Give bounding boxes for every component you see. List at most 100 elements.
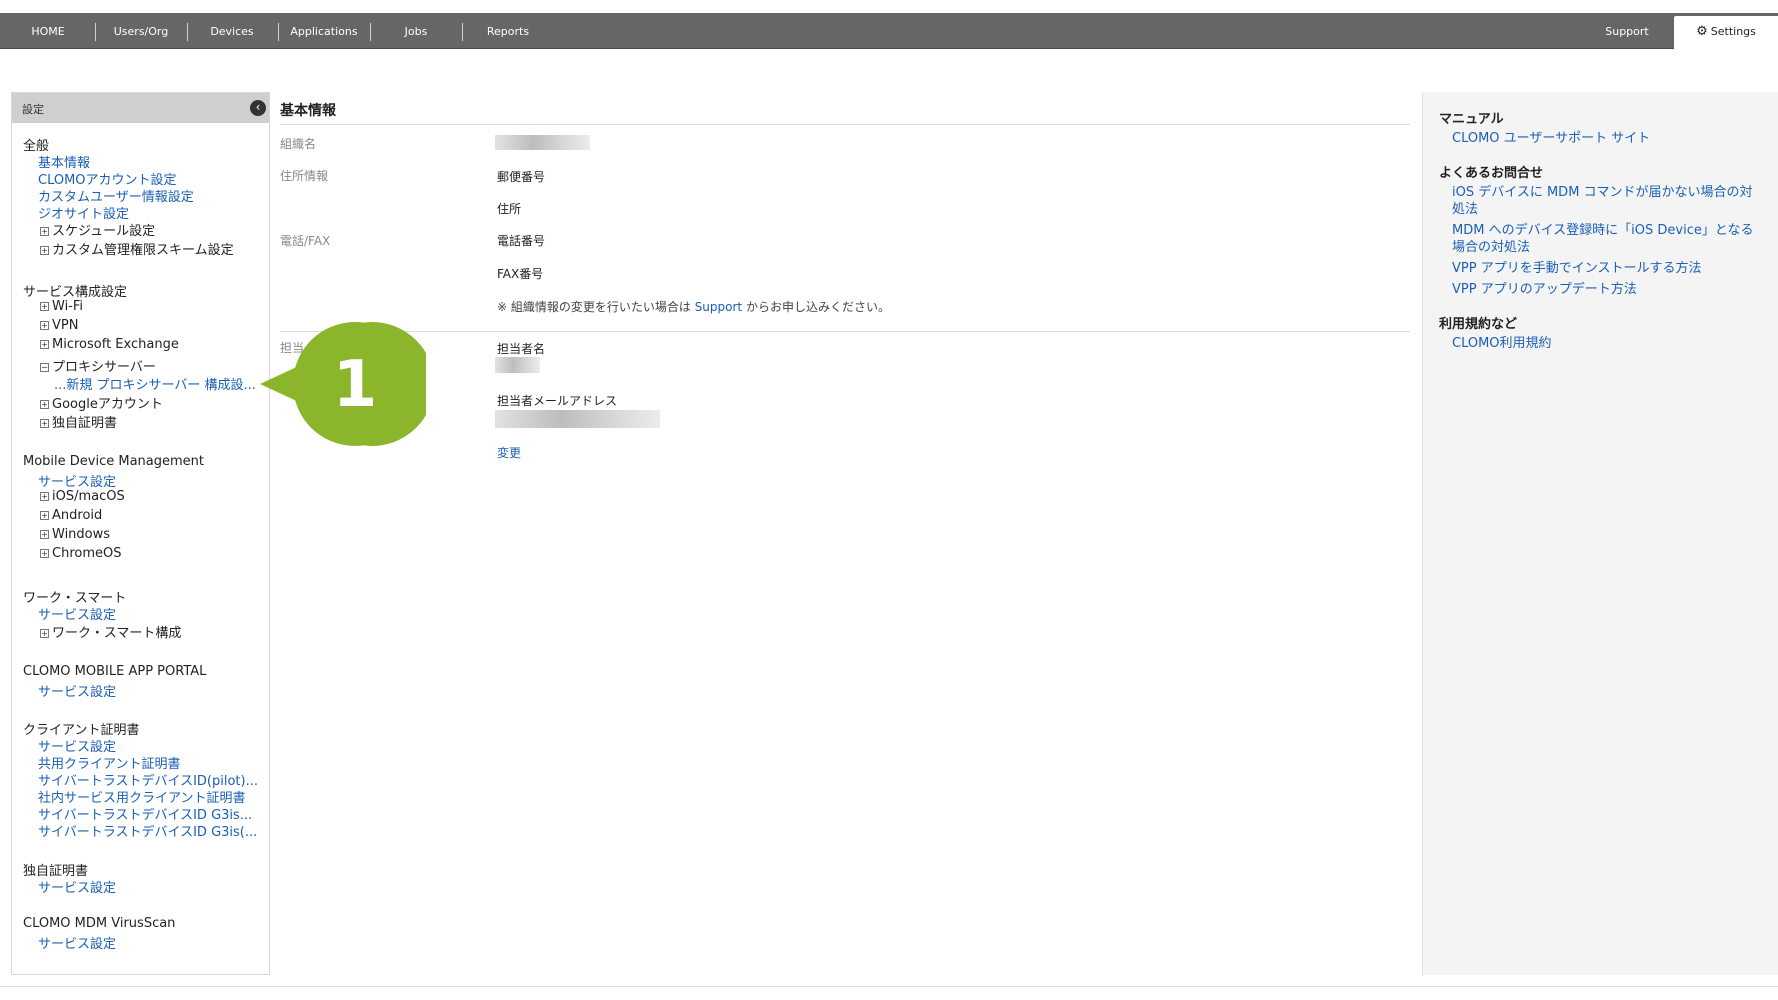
sidebar-tree-google-account[interactable]: + Googleアカウント: [40, 393, 163, 412]
sidebar-tree-label: 独自証明書: [52, 416, 118, 431]
sidebar-tree-windows[interactable]: + Windows: [40, 527, 110, 542]
sidebar-tree-label: Android: [52, 508, 103, 523]
nav-separator: [95, 23, 96, 41]
sidebar-link-work-service[interactable]: サービス設定: [38, 604, 116, 623]
expand-icon: +: [40, 302, 49, 311]
terms-link[interactable]: CLOMO利用規約: [1452, 335, 1762, 352]
address-label: 住所情報: [280, 169, 329, 183]
sidebar-tree-label: プロキシサーバー: [52, 360, 156, 375]
sidebar-title: 設定: [22, 103, 44, 116]
section-virusscan: CLOMO MDM VirusScan: [23, 916, 176, 931]
section-service-config: サービス構成設定: [23, 285, 128, 300]
nav-users-org[interactable]: Users/Org: [100, 13, 182, 49]
org-name-value-redacted: [495, 135, 590, 150]
sidebar-tree-label: スケジュール設定: [52, 224, 156, 239]
gear-icon: ⚙: [1696, 24, 1708, 39]
sidebar-link-virusscan-service[interactable]: サービス設定: [38, 933, 116, 952]
section-app-portal: CLOMO MOBILE APP PORTAL: [23, 664, 207, 679]
settings-sidebar: 設定 ‹ 全般 基本情報 CLOMOアカウント設定 カスタムユーザー情報設定 ジ…: [11, 92, 270, 975]
divider: [280, 124, 1410, 125]
sidebar-tree-label: Microsoft Exchange: [52, 337, 179, 352]
org-name-label: 組織名: [280, 137, 317, 151]
nav-devices[interactable]: Devices: [192, 13, 272, 49]
sidebar-tree-label: カスタム管理権限スキーム設定: [52, 243, 234, 258]
expand-icon: +: [40, 492, 49, 501]
sidebar-link-mdm-service[interactable]: サービス設定: [38, 471, 116, 490]
sidebar-tree-proxy[interactable]: − プロキシサーバー: [40, 356, 156, 375]
sidebar-tree-vpn[interactable]: + VPN: [40, 318, 78, 333]
expand-icon: +: [40, 340, 49, 349]
chevron-left-icon: ‹: [255, 100, 261, 114]
nav-settings[interactable]: ⚙ Settings: [1674, 16, 1778, 50]
nav-separator: [187, 23, 188, 41]
sidebar-link-new-proxy-config[interactable]: ...新規 プロキシサーバー 構成設...: [54, 374, 256, 393]
collapse-icon: −: [40, 363, 49, 372]
phone-number-label: 電話番号: [497, 234, 546, 248]
address-field-label: 住所: [497, 202, 522, 216]
sidebar-link-cybertrust-g3is-2[interactable]: サイバートラストデバイスID G3is(...: [38, 821, 257, 840]
note-text: からお申し込みください。: [742, 300, 890, 314]
sidebar-tree-label: VPN: [52, 318, 79, 333]
faq-link-vpp-manual-install[interactable]: VPP アプリを手動でインストールする方法: [1452, 260, 1762, 277]
terms-heading: 利用規約など: [1439, 317, 1518, 332]
faq-link-ios-device[interactable]: MDM へのデバイス登録時に「iOS Device」となる場合の対処法: [1452, 222, 1762, 256]
collapse-sidebar-button[interactable]: ‹: [250, 100, 266, 116]
contact-name-label: 担当者名: [497, 342, 546, 356]
sidebar-tree-label: Windows: [52, 527, 111, 542]
sidebar-tree-label: ワーク・スマート構成: [52, 626, 182, 641]
sidebar-tree-own-cert[interactable]: + 独自証明書: [40, 412, 117, 431]
fax-number-label: FAX番号: [497, 267, 544, 281]
expand-icon: +: [40, 246, 49, 255]
sidebar-tree-label: Wi-Fi: [52, 299, 84, 314]
expand-icon: +: [40, 227, 49, 236]
nav-home[interactable]: HOME: [18, 13, 78, 49]
nav-settings-label: Settings: [1710, 25, 1756, 38]
sidebar-tree-label: iOS/macOS: [52, 489, 125, 504]
expand-icon: +: [40, 629, 49, 638]
contact-email-label: 担当者メールアドレス: [497, 394, 618, 408]
sidebar-tree-label: Googleアカウント: [52, 397, 163, 412]
nav-reports[interactable]: Reports: [467, 13, 549, 49]
expand-icon: +: [40, 511, 49, 520]
contact-name-value-redacted: [495, 357, 540, 373]
support-site-link[interactable]: CLOMO ユーザーサポート サイト: [1452, 130, 1762, 147]
org-change-note: ※ 組織情報の変更を行いたい場合は Support からお申し込みください。: [497, 298, 890, 315]
callout-number: 1: [333, 348, 378, 422]
help-panel: マニュアル CLOMO ユーザーサポート サイト よくあるお問合せ iOS デバ…: [1422, 92, 1778, 975]
postal-code-label: 郵便番号: [497, 170, 546, 184]
sidebar-tree-chromeos[interactable]: + ChromeOS: [40, 546, 121, 561]
expand-icon: +: [40, 400, 49, 409]
expand-icon: +: [40, 530, 49, 539]
sidebar-tree-work-smart-config[interactable]: + ワーク・スマート構成: [40, 622, 181, 641]
phone-fax-label: 電話/FAX: [280, 234, 331, 248]
expand-icon: +: [40, 419, 49, 428]
divider: [280, 331, 1410, 332]
sidebar-tree-custom-admin-scheme[interactable]: + カスタム管理権限スキーム設定: [40, 239, 234, 258]
nav-separator: [278, 23, 279, 41]
sidebar-tree-label: ChromeOS: [52, 546, 122, 561]
nav-jobs[interactable]: Jobs: [375, 13, 457, 49]
contact-email-value-redacted: [495, 410, 660, 428]
faq-heading: よくあるお問合せ: [1439, 166, 1544, 181]
sidebar-link-own-cert-service[interactable]: サービス設定: [38, 877, 116, 896]
sidebar-link-portal-service[interactable]: サービス設定: [38, 681, 116, 700]
sidebar-tree-exchange[interactable]: + Microsoft Exchange: [40, 337, 179, 352]
nav-applications[interactable]: Applications: [283, 13, 365, 49]
change-link[interactable]: 変更: [497, 444, 521, 461]
nav-support[interactable]: Support: [1590, 13, 1664, 49]
top-navigation: HOME Users/Org Devices Applications Jobs…: [0, 13, 1778, 50]
sidebar-tree-android[interactable]: + Android: [40, 508, 102, 523]
page-title: 基本情報: [280, 103, 336, 119]
bottom-divider: [0, 986, 1778, 987]
sidebar-tree-schedule[interactable]: + スケジュール設定: [40, 220, 155, 239]
callout-badge: 1: [260, 322, 426, 446]
sidebar-header: 設定 ‹: [12, 93, 269, 123]
support-link[interactable]: Support: [695, 300, 742, 314]
sidebar-tree-ios-macos[interactable]: + iOS/macOS: [40, 489, 125, 504]
nav-separator: [462, 23, 463, 41]
section-mdm: Mobile Device Management: [23, 454, 205, 469]
faq-link-mdm-command[interactable]: iOS デバイスに MDM コマンドが届かない場合の対処法: [1452, 184, 1762, 218]
manual-heading: マニュアル: [1439, 112, 1504, 127]
faq-link-vpp-update[interactable]: VPP アプリのアップデート方法: [1452, 281, 1762, 298]
sidebar-tree-wifi[interactable]: + Wi-Fi: [40, 299, 83, 314]
